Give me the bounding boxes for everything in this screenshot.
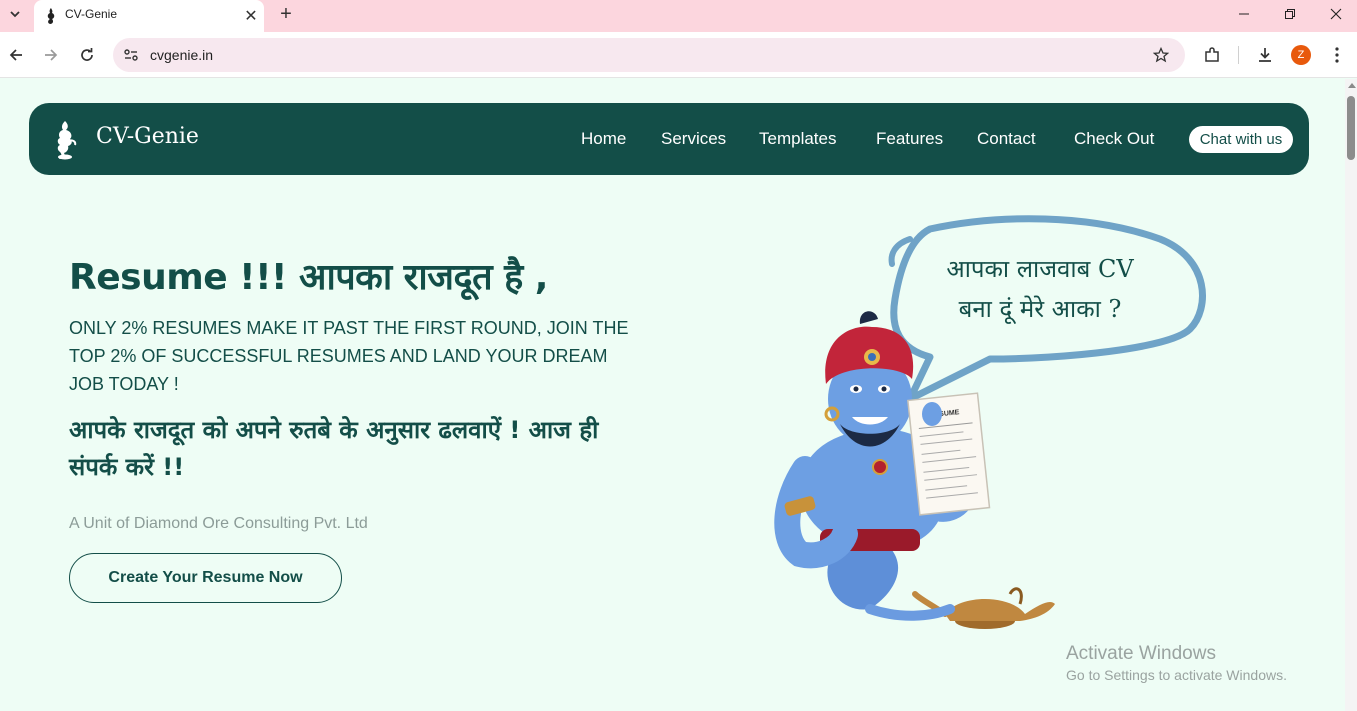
speech-bubble-text: आपका लाजवाब CV बना दूं मेरे आका ? xyxy=(905,249,1175,329)
arrow-left-icon xyxy=(9,49,22,61)
reload-icon xyxy=(81,48,93,61)
nav-home[interactable]: Home xyxy=(581,129,626,149)
activate-windows-title: Activate Windows xyxy=(1066,643,1216,664)
hero-title: Resume !!! आपका राजदूत है , xyxy=(69,257,548,298)
nav-features[interactable]: Features xyxy=(876,129,943,149)
speech-bubble-line-1: आपका लाजवाब CV xyxy=(946,255,1134,283)
forward-button[interactable] xyxy=(36,40,66,70)
browser-tab-active[interactable]: CV-Genie ✕ xyxy=(34,0,264,32)
company-unit-text: A Unit of Diamond Ore Consulting Pvt. Lt… xyxy=(69,515,368,532)
genie-favicon-icon xyxy=(47,8,55,24)
reload-button[interactable] xyxy=(72,40,102,70)
site-navbar: CV-Genie Home Services Templates Feature… xyxy=(29,103,1309,175)
nav-templates[interactable]: Templates xyxy=(759,129,836,149)
chevron-down-icon xyxy=(10,11,20,18)
nav-services[interactable]: Services xyxy=(661,129,726,149)
toolbar-divider xyxy=(1238,46,1239,64)
scroll-up-arrow-icon[interactable] xyxy=(1348,83,1356,88)
new-tab-button[interactable]: + xyxy=(275,3,297,25)
back-button[interactable] xyxy=(1,40,31,70)
tab-title: CV-Genie xyxy=(65,7,118,21)
genie-logo-icon[interactable] xyxy=(51,119,79,161)
minimize-icon xyxy=(1239,13,1249,15)
chat-with-us-button[interactable]: Chat with us xyxy=(1189,126,1293,153)
scrollbar-thumb[interactable] xyxy=(1347,96,1355,160)
bookmark-star-icon[interactable] xyxy=(1151,45,1171,65)
web-page: CV-Genie Home Services Templates Feature… xyxy=(0,79,1345,711)
windows-activation-watermark: Activate Windows Go to Settings to activ… xyxy=(1066,643,1287,683)
hero-hindi-tagline: आपके राजदूत को अपने रुतबे के अनुसार ढलवा… xyxy=(69,416,599,481)
hero-subtitle: ONLY 2% RESUMES MAKE IT PAST THE FIRST R… xyxy=(69,318,629,394)
brand-name[interactable]: CV-Genie xyxy=(96,124,199,149)
close-icon xyxy=(1330,8,1342,20)
nav-check-out[interactable]: Check Out xyxy=(1074,129,1154,149)
profile-avatar[interactable]: Z xyxy=(1291,45,1311,65)
page-scrollbar[interactable] xyxy=(1345,79,1357,711)
create-resume-button[interactable]: Create Your Resume Now xyxy=(69,553,342,603)
minimize-button[interactable] xyxy=(1221,0,1267,28)
browser-toolbar: cvgenie.in Z xyxy=(0,32,1357,78)
nav-contact[interactable]: Contact xyxy=(977,129,1036,149)
activate-windows-subtitle: Go to Settings to activate Windows. xyxy=(1066,667,1287,683)
tab-search-button[interactable] xyxy=(4,3,26,25)
url-text[interactable]: cvgenie.in xyxy=(150,47,213,63)
more-menu-icon[interactable] xyxy=(1325,43,1349,67)
extensions-icon[interactable] xyxy=(1200,43,1224,67)
restore-icon xyxy=(1285,9,1295,19)
close-tab-icon[interactable]: ✕ xyxy=(241,5,261,25)
arrow-right-icon xyxy=(45,49,58,61)
site-info-icon[interactable] xyxy=(121,45,141,65)
tab-strip: CV-Genie ✕ + xyxy=(0,0,1357,32)
close-window-button[interactable] xyxy=(1313,0,1357,28)
address-bar[interactable]: cvgenie.in xyxy=(113,38,1185,72)
speech-bubble-line-2: बना दूं मेरे आका ? xyxy=(958,295,1122,323)
download-icon[interactable] xyxy=(1253,43,1277,67)
restore-button[interactable] xyxy=(1267,0,1313,28)
